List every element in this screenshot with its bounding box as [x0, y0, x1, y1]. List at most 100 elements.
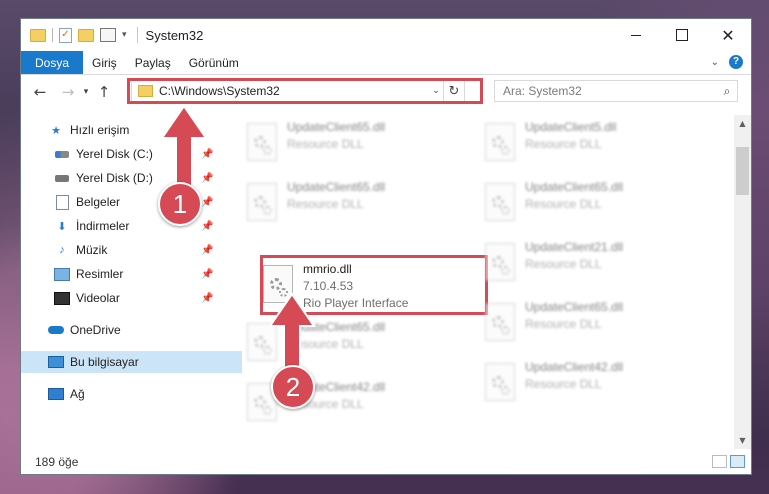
- scrollbar-thumb[interactable]: [736, 147, 749, 195]
- dll-file-icon: [485, 183, 515, 221]
- search-input[interactable]: Ara: System32: [495, 84, 717, 98]
- dll-file-icon: [247, 123, 277, 161]
- sidebar-item-onedrive[interactable]: OneDrive: [21, 319, 242, 341]
- ribbon-tabs: Dosya Giriş Paylaş Görünüm ⌄ ?: [21, 51, 751, 75]
- computer-icon: [48, 356, 64, 368]
- vertical-scrollbar[interactable]: ▲ ▼: [734, 115, 751, 449]
- documents-icon: [55, 194, 69, 210]
- sidebar-item-label: Hızlı erişim: [70, 123, 130, 137]
- up-arrow-icon[interactable]: ↑: [93, 83, 115, 101]
- network-icon: [48, 388, 64, 400]
- file-item[interactable]: UpdateClient65.dll Resource DLL: [235, 119, 455, 179]
- tab-home[interactable]: Giriş: [83, 51, 126, 74]
- scroll-down-icon[interactable]: ▼: [734, 432, 751, 449]
- file-item[interactable]: UpdateClient42.dll Resource DLL: [473, 359, 693, 419]
- maximize-button[interactable]: [659, 19, 705, 51]
- sidebar-item-label: Resimler: [76, 267, 124, 281]
- music-icon: ♪: [59, 244, 65, 256]
- sidebar-item-label: Müzik: [76, 243, 108, 257]
- customize-toolbar-chevron-icon[interactable]: ▾: [122, 30, 127, 40]
- properties-check-icon[interactable]: ✓: [59, 27, 72, 43]
- file-name: UpdateClient65.dll: [287, 120, 386, 134]
- search-icon[interactable]: ⌕: [717, 84, 737, 99]
- file-description: Resource DLL: [525, 137, 602, 151]
- sidebar-item-pictures[interactable]: Resimler 📌: [21, 263, 248, 285]
- details-view-icon[interactable]: [712, 455, 727, 468]
- view-switcher: [712, 455, 745, 468]
- help-icon[interactable]: ?: [729, 55, 743, 69]
- window-title: System32: [145, 27, 204, 43]
- properties-icon[interactable]: [100, 28, 116, 42]
- dll-file-icon: [485, 303, 515, 341]
- back-arrow-icon[interactable]: ←: [29, 83, 51, 101]
- file-name: UpdateClient5.dll: [525, 120, 617, 134]
- sidebar-item-label: Yerel Disk (C:): [76, 147, 153, 161]
- close-icon: ✕: [721, 25, 735, 45]
- expand-ribbon-chevron-icon[interactable]: ⌄: [711, 57, 719, 68]
- drive-icon: [55, 174, 69, 182]
- search-box[interactable]: Ara: System32 ⌕: [494, 80, 738, 102]
- title-bar: ✓ ▾ System32 ✕: [21, 19, 751, 51]
- pin-icon[interactable]: 📌: [201, 269, 213, 280]
- file-name: UpdateClient21.dll: [525, 240, 624, 254]
- file-item[interactable]: UpdateClient5.dll Resource DLL: [473, 119, 693, 179]
- sidebar-item-label: Ağ: [70, 387, 85, 401]
- maximize-icon: [676, 29, 688, 41]
- step-1-badge: 1: [158, 182, 202, 226]
- sidebar-item-label: Belgeler: [76, 195, 121, 209]
- toolbar-divider: [52, 28, 53, 42]
- forward-arrow-icon[interactable]: →: [57, 83, 79, 101]
- close-button[interactable]: ✕: [705, 19, 751, 51]
- file-item[interactable]: UpdateClient65.dll Resource DLL: [235, 179, 455, 239]
- sidebar-item-downloads[interactable]: ⬇ İndirmeler 📌: [21, 215, 248, 237]
- sidebar-item-label: İndirmeler: [76, 219, 130, 233]
- pin-icon[interactable]: 📌: [201, 221, 213, 232]
- tab-file[interactable]: Dosya: [21, 51, 84, 74]
- item-count: 189 öğe: [35, 455, 79, 469]
- tab-share[interactable]: Paylaş: [126, 51, 180, 74]
- file-name: UpdateClient65.dll: [525, 300, 624, 314]
- tab-view[interactable]: Görünüm: [180, 51, 248, 74]
- sidebar-item-label: Videolar: [76, 291, 120, 305]
- cloud-icon: [48, 326, 64, 334]
- file-description: Resource DLL: [525, 317, 602, 331]
- title-divider: [136, 27, 138, 43]
- dll-file-icon: [485, 363, 515, 401]
- sidebar-item-label: Bu bilgisayar: [70, 355, 139, 369]
- pin-icon[interactable]: 📌: [201, 293, 213, 304]
- recent-locations-chevron-icon[interactable]: ▾: [79, 87, 93, 97]
- download-icon: ⬇: [57, 220, 67, 233]
- file-description: Resource DLL: [525, 377, 602, 391]
- star-icon: ★: [51, 124, 61, 137]
- quick-access-toolbar: ✓ ▾: [30, 27, 127, 43]
- file-item[interactable]: UpdateClient65.dll Resource DLL: [473, 179, 693, 239]
- file-name: UpdateClient65.dll: [525, 180, 624, 194]
- sidebar-item-network[interactable]: Ağ: [21, 383, 242, 405]
- new-folder-icon[interactable]: [78, 28, 94, 42]
- sidebar-item-this-pc[interactable]: Bu bilgisayar: [21, 351, 242, 373]
- sidebar-item-label: Yerel Disk (D:): [76, 171, 153, 185]
- step-2-badge: 2: [271, 365, 315, 409]
- sidebar-item-videos[interactable]: Videolar 📌: [21, 287, 248, 309]
- sidebar-item-music[interactable]: ♪ Müzik 📌: [21, 239, 248, 261]
- file-description: Resource DLL: [525, 197, 602, 211]
- file-description: Resource DLL: [525, 257, 602, 271]
- tiles-view-icon[interactable]: [730, 455, 745, 468]
- file-description: Resource DLL: [287, 137, 364, 151]
- scroll-up-icon[interactable]: ▲: [734, 115, 751, 132]
- videos-icon: [54, 291, 70, 305]
- file-description: Resource DLL: [287, 197, 364, 211]
- dll-file-icon: [485, 123, 515, 161]
- drive-icon: [55, 150, 69, 158]
- minimize-button[interactable]: [613, 19, 659, 51]
- file-explorer-window: ✓ ▾ System32 ✕ Dosya Giriş Paylaş Görünü…: [20, 18, 752, 475]
- dll-file-icon: [485, 243, 515, 281]
- file-item[interactable]: UpdateClient21.dll Resource DLL: [473, 239, 693, 299]
- status-bar: 189 öğe: [21, 450, 751, 474]
- pin-icon[interactable]: 📌: [201, 245, 213, 256]
- sidebar-item-label: OneDrive: [70, 323, 121, 337]
- folder-icon[interactable]: [30, 28, 46, 42]
- file-item[interactable]: UpdateClient65.dll Resource DLL: [473, 299, 693, 359]
- file-name: UpdateClient65.dll: [287, 180, 386, 194]
- minimize-icon: [631, 34, 641, 36]
